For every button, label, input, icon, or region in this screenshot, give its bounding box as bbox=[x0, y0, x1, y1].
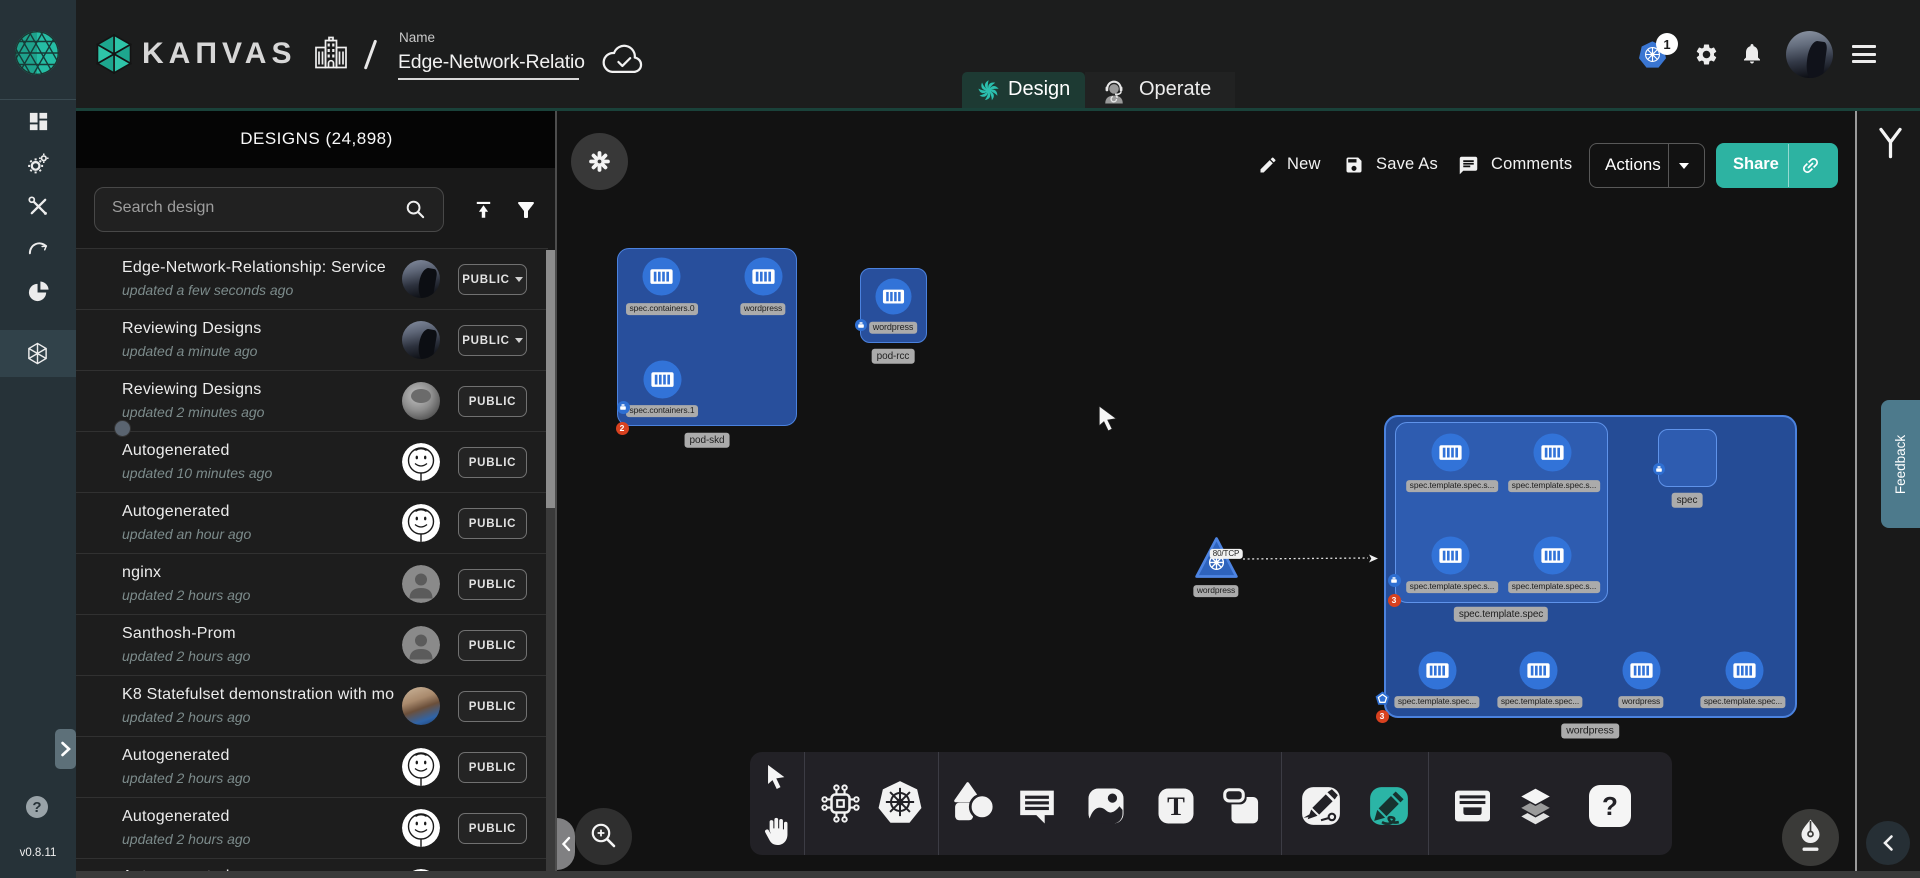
svg-text:T: T bbox=[1167, 791, 1185, 821]
